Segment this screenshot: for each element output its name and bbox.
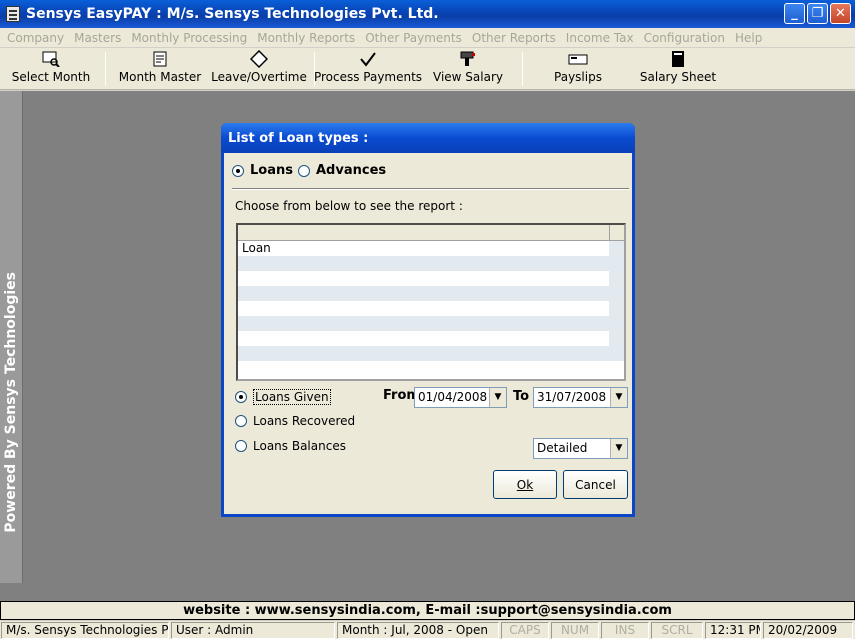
menu-help[interactable]: Help (730, 31, 767, 45)
leave-overtime-button[interactable]: Leave/Overtime (211, 48, 307, 90)
report-detail-value: Detailed (537, 441, 588, 455)
menu-other-payments[interactable]: Other Payments (360, 31, 467, 45)
month-master-button[interactable]: Month Master (118, 48, 202, 90)
radio-unselected-icon (235, 415, 247, 427)
status-time: 12:31 PM (705, 622, 761, 639)
menu-income-tax[interactable]: Income Tax (561, 31, 639, 45)
list-header (238, 225, 624, 241)
list-item[interactable] (238, 331, 624, 346)
minimize-button[interactable]: _ (784, 3, 805, 24)
app-icon (6, 6, 20, 22)
loans-radio[interactable]: Loans (232, 163, 293, 178)
loans-recovered-radio[interactable]: Loans Recovered (235, 414, 355, 428)
leave-overtime-icon (250, 48, 268, 70)
select-month-label: Select Month (11, 70, 91, 84)
menu-monthly-processing[interactable]: Monthly Processing (126, 31, 252, 45)
dialog-title[interactable]: List of Loan types : (221, 123, 635, 153)
to-label: To (513, 389, 530, 404)
chevron-down-icon[interactable]: ▼ (610, 439, 627, 458)
list-item[interactable] (238, 301, 624, 316)
select-month-button[interactable]: Select Month (12, 48, 90, 90)
status-caps: CAPS (501, 622, 549, 639)
from-date-picker[interactable]: 01/04/2008 ▼ (414, 387, 507, 408)
payslip-icon (568, 48, 588, 70)
window-title: Sensys EasyPAY : M/s. Sensys Technologie… (26, 6, 439, 22)
window-titlebar[interactable]: Sensys EasyPAY : M/s. Sensys Technologie… (0, 0, 855, 28)
status-scrl: SCRL (651, 622, 703, 639)
list-item[interactable] (238, 346, 624, 361)
website-text: website : www.sensysindia.com, E-mail :s… (183, 603, 672, 618)
loan-types-dialog: List of Loan types : Loans Advances Choo… (221, 123, 635, 517)
chevron-down-icon[interactable]: ▼ (610, 388, 627, 407)
status-month: Month : Jul, 2008 - Open (337, 622, 499, 639)
loans-radio-label: Loans (250, 163, 293, 178)
list-item[interactable] (238, 286, 624, 301)
report-detail-select[interactable]: Detailed ▼ (533, 438, 628, 459)
view-salary-label: View Salary (433, 70, 503, 84)
ok-button-label: Ok (516, 477, 534, 492)
ok-button[interactable]: Ok (493, 470, 557, 499)
menu-bar: Company Masters Monthly Processing Month… (0, 28, 855, 47)
chevron-down-icon[interactable]: ▼ (489, 388, 506, 407)
loan-type-list[interactable]: Loan (236, 223, 626, 381)
side-banner-text: Powered By Sensys Technologies (3, 272, 19, 533)
advances-radio[interactable]: Advances (298, 163, 386, 178)
view-salary-button[interactable]: View Salary (432, 48, 504, 90)
advances-radio-label: Advances (316, 163, 387, 178)
to-date-value: 31/07/2008 (537, 390, 607, 404)
view-salary-icon (459, 48, 477, 70)
radio-unselected-icon (298, 164, 310, 177)
radio-selected-icon (232, 164, 244, 177)
side-banner: Powered By Sensys Technologies (0, 91, 23, 583)
close-button[interactable]: ✕ (830, 3, 851, 24)
status-bar: M/s. Sensys Technologies Pvt. User : Adm… (0, 621, 855, 639)
salary-sheet-icon (670, 48, 686, 70)
month-master-label: Month Master (118, 70, 202, 84)
list-item[interactable] (238, 316, 624, 331)
status-date: 20/02/2009 (763, 622, 853, 639)
loans-balances-radio[interactable]: Loans Balances (235, 439, 346, 453)
salary-sheet-button[interactable]: Salary Sheet (638, 48, 718, 90)
menu-masters[interactable]: Masters (69, 31, 126, 45)
restore-button[interactable]: ❐ (807, 3, 828, 24)
status-num: NUM (551, 622, 599, 639)
leave-overtime-label: Leave/Overtime (211, 70, 307, 84)
radio-unselected-icon (235, 440, 247, 452)
divider (232, 188, 629, 190)
choose-label: Choose from below to see the report : (235, 199, 463, 213)
process-payments-button[interactable]: Process Payments (314, 48, 422, 90)
status-ins: INS (601, 622, 649, 639)
status-company: M/s. Sensys Technologies Pvt. (1, 622, 169, 639)
menu-other-reports[interactable]: Other Reports (467, 31, 561, 45)
menu-monthly-reports[interactable]: Monthly Reports (252, 31, 360, 45)
window-controls: _ ❐ ✕ (784, 3, 851, 24)
from-date-value: 01/04/2008 (418, 390, 488, 404)
menu-configuration[interactable]: Configuration (639, 31, 730, 45)
toolbar-separator (105, 52, 106, 86)
salary-sheet-label: Salary Sheet (639, 70, 717, 84)
list-item[interactable]: Loan (238, 241, 624, 256)
list-item[interactable] (238, 256, 624, 271)
website-bar: website : www.sensysindia.com, E-mail :s… (0, 601, 855, 620)
payslips-button[interactable]: Payslips (548, 48, 608, 90)
to-date-picker[interactable]: 31/07/2008 ▼ (533, 387, 628, 408)
status-user: User : Admin (171, 622, 335, 639)
cancel-button-label: Cancel (575, 477, 616, 492)
cancel-button[interactable]: Cancel (563, 470, 628, 499)
checkmark-icon (359, 48, 377, 70)
process-payments-label: Process Payments (313, 70, 423, 84)
loans-recovered-label: Loans Recovered (253, 414, 356, 428)
payslips-label: Payslips (554, 70, 602, 84)
loans-given-label: Loans Given (253, 389, 331, 405)
loans-balances-label: Loans Balances (253, 439, 346, 453)
radio-selected-icon (235, 391, 247, 403)
toolbar: Select Month Month Master Leave/Overtime… (0, 48, 855, 90)
list-item[interactable] (238, 271, 624, 286)
select-month-icon (42, 48, 60, 70)
loans-given-radio[interactable]: Loans Given (235, 389, 331, 405)
toolbar-separator (522, 52, 523, 86)
menu-company[interactable]: Company (2, 31, 69, 45)
month-master-icon (151, 48, 169, 70)
